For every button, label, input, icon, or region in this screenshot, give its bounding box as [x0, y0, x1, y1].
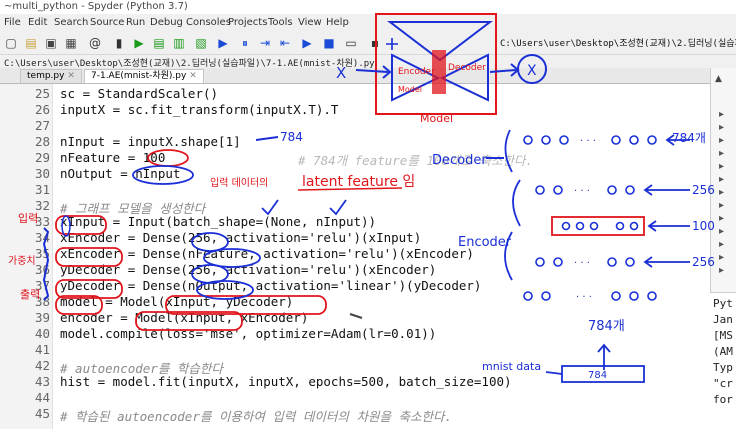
network-diagram: · · · · · · · · · · · · — [504, 129, 690, 383]
checkmark-1 — [261, 199, 279, 216]
nfeature-circle — [203, 248, 261, 268]
arrow-784 — [255, 136, 279, 141]
label-input: 입력 — [18, 212, 38, 225]
handwritten-annotations: X X Encoder Decoder Model Model 784 입력 데… — [8, 13, 715, 383]
label-encoder: Encoder — [458, 235, 512, 250]
label-x-right: X — [527, 63, 537, 79]
label-weight: 가중치 — [8, 255, 36, 267]
diagram-brackets — [504, 129, 521, 281]
layer-ellipsis: · · · — [576, 292, 592, 303]
label-784: 784 — [280, 130, 303, 144]
layer-ellipsis: · · · — [574, 258, 590, 269]
pen-cursor-icon — [349, 313, 363, 319]
layer-ellipsis: · · · — [580, 136, 596, 147]
label-x-left: X — [336, 64, 346, 82]
mnist-pointer — [545, 371, 563, 375]
note-latent-1: 입력 데이터의 — [210, 176, 268, 189]
dense-256-circle — [191, 232, 229, 252]
label-decoder-box: Decoder — [448, 63, 486, 73]
arrow-256-bottom — [643, 256, 690, 268]
arrow-256-top — [643, 184, 690, 196]
label-input-box: 784 — [588, 370, 607, 381]
label-layer-784-bottom: 784개 — [588, 319, 625, 334]
xinput-mark — [61, 215, 71, 237]
label-layer-100: 100 — [692, 219, 715, 233]
layer-100-nodes — [561, 221, 639, 231]
nfeature-highlight — [147, 149, 189, 167]
label-layer-256-top: 256 — [692, 183, 715, 197]
xencoder-circle — [55, 247, 123, 267]
label-decoder: Decoder — [432, 153, 487, 168]
label-layer-256-bottom: 256 — [692, 255, 715, 269]
arrow-100 — [647, 220, 690, 232]
noutput-highlight — [132, 165, 194, 185]
decoder-trapezoid — [439, 53, 489, 102]
output-arrow — [489, 63, 520, 77]
checkmark-2 — [329, 199, 347, 216]
label-mnist: mnist data — [482, 360, 541, 373]
label-output: 출력 — [20, 288, 40, 301]
layer-ellipsis: · · · — [574, 186, 590, 197]
label-model-small: Model — [398, 85, 422, 94]
margin-bracket — [42, 227, 50, 301]
label-encoder-box: Encoder — [398, 67, 435, 77]
label-layer-784-top: 784개 — [672, 131, 706, 145]
label-model: Model — [420, 112, 453, 125]
cross-mark — [386, 38, 398, 50]
input-arrow — [355, 65, 392, 79]
